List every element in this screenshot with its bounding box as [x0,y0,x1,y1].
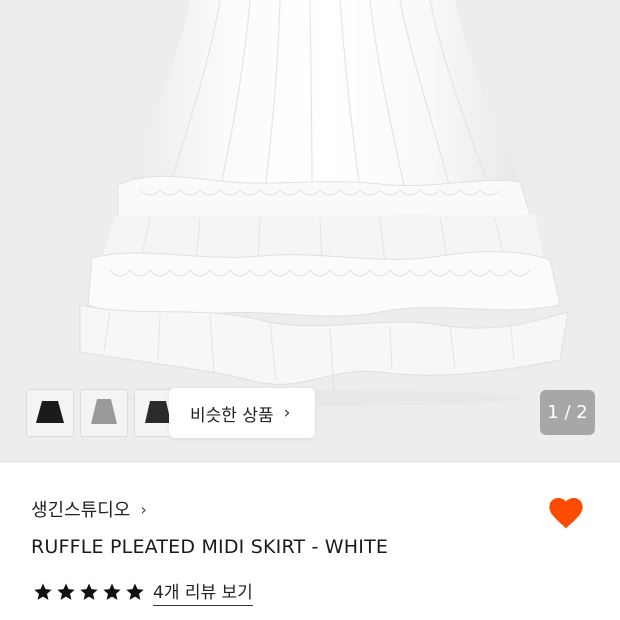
thumbnail-gray-skirt[interactable] [80,389,128,437]
view-reviews-link[interactable]: 4개 리뷰 보기 [153,578,253,606]
thumbnail-strip [26,389,182,437]
product-title: RUFFLE PLEATED MIDI SKIRT - WHITE [31,536,389,558]
chevron-right-icon: › [283,403,291,423]
similar-products-button[interactable]: 비슷한 상품 › [169,388,315,438]
wishlist-button[interactable] [546,493,586,533]
star-icon [126,583,144,600]
similar-products-label: 비슷한 상품 [190,405,274,426]
product-info: 생긴스튜디오 › RUFFLE PLEATED MIDI SKIRT - WHI… [0,463,620,620]
heart-icon [549,498,583,529]
pager-separator: / [558,402,577,423]
skirt-icon [36,401,64,423]
image-pager: 1 / 2 [540,390,595,435]
star-rating [33,582,145,602]
brand-name: 생긴스튜디오 [31,500,131,521]
pager-current: 1 [547,402,559,423]
star-icon [80,583,98,600]
chevron-right-icon: › [140,499,147,519]
brand-link[interactable]: 생긴스튜디오 › [31,496,147,522]
skirt-icon [91,399,117,424]
star-icon [57,583,75,600]
pager-total: 2 [576,402,588,423]
star-icon [103,583,121,600]
star-icon [34,583,52,600]
rating-row: 4개 리뷰 보기 [33,578,253,606]
thumbnail-black-skirt[interactable] [26,389,74,437]
